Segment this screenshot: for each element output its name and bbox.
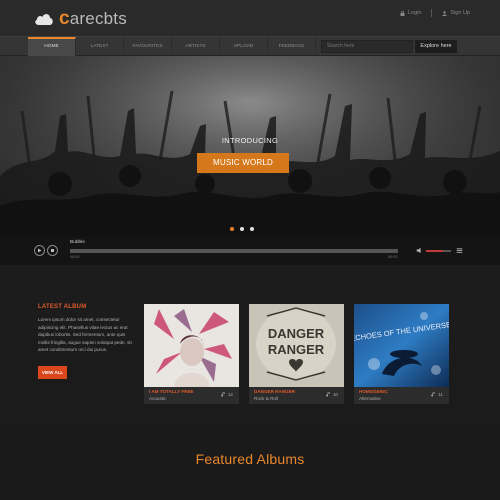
login-label: Login xyxy=(407,10,422,16)
content-area: LATEST ALBUM Lorem ipsum dolor sit amet,… xyxy=(0,265,500,500)
music-note-icon xyxy=(431,392,436,397)
logo[interactable]: carecbts xyxy=(34,8,127,30)
login-link[interactable]: Login xyxy=(400,10,421,16)
album-track-count: 12 xyxy=(221,392,233,397)
search-placeholder: Search here xyxy=(327,43,355,49)
signup-label: Sign Up xyxy=(450,10,470,16)
concert-crowd-image xyxy=(0,56,500,237)
album-cover xyxy=(144,304,239,387)
view-all-button[interactable]: VIEW ALL xyxy=(38,366,67,379)
elapsed-time: 00:00 xyxy=(70,255,80,259)
user-icon xyxy=(442,10,448,16)
header: carecbts Login Sign Up xyxy=(0,0,500,36)
album-genre: Alternative xyxy=(359,396,381,401)
logo-text: arecbts xyxy=(69,9,127,28)
nav-item-home[interactable]: HOME xyxy=(28,37,76,56)
search-input[interactable]: Search here xyxy=(321,40,413,53)
track-name: Bubble xyxy=(70,240,85,245)
slider-dot[interactable] xyxy=(230,227,234,231)
latest-album-title: LATEST ALBUM xyxy=(38,304,87,310)
album-cover: ECHOES OF THE UNIVERSE xyxy=(354,304,449,387)
cloud-icon xyxy=(34,12,54,26)
slider-dot[interactable] xyxy=(250,227,254,231)
signup-link[interactable]: Sign Up xyxy=(442,10,470,16)
album-cover: DANGER RANGER xyxy=(249,304,344,387)
play-icon xyxy=(38,248,42,253)
volume-track[interactable] xyxy=(443,250,451,252)
hero-intro: INTRODUCING xyxy=(221,136,279,145)
album-cover-text-2: RANGER xyxy=(268,342,325,357)
nav-item-favourites[interactable]: FAVOURITES xyxy=(124,37,172,56)
slider-dot[interactable] xyxy=(240,227,244,231)
album-title: I AM TOTALLY FREE xyxy=(149,389,194,394)
nav-item-artists[interactable]: ARTISTS xyxy=(172,37,220,56)
stop-icon xyxy=(51,249,54,252)
hero-headline-button[interactable]: MUSIC WORLD xyxy=(197,153,289,173)
album-title: HOMOGENIC xyxy=(359,389,388,394)
explore-button[interactable]: Explore here xyxy=(415,40,457,53)
auth-divider xyxy=(431,9,433,17)
album-cover-text-1: DANGER xyxy=(268,326,325,341)
album-title: DANGER RANGER xyxy=(254,389,296,394)
main-nav: HOME LATEST FAVOURITES ARTISTS UPLOAD FEEDBAC… xyxy=(0,36,500,56)
album-card[interactable]: DANGER RANGER DANGER RANGER Rock & Roll … xyxy=(249,304,344,404)
play-button[interactable] xyxy=(34,245,45,256)
album-count-value: 12 xyxy=(227,392,233,397)
logo-initial: c xyxy=(59,8,70,29)
nav-item-upload[interactable]: UPLOAD xyxy=(220,37,268,56)
album-card[interactable]: ECHOES OF THE UNIVERSE HOMOGENIC Alterna… xyxy=(354,304,449,404)
album-track-count: 10 xyxy=(326,392,338,397)
stop-button[interactable] xyxy=(47,245,58,256)
music-note-icon xyxy=(326,392,330,397)
duration-time: 00:00 xyxy=(388,255,398,259)
auth-links: Login Sign Up xyxy=(400,9,470,17)
latest-album-description: Lorem ipsum dolor sit amet, consectetur … xyxy=(38,317,132,353)
music-note-icon xyxy=(221,392,225,397)
nav-item-feedback[interactable]: FEEDBACK xyxy=(268,37,316,56)
album-genre: Acoustic xyxy=(149,396,167,401)
hero-slider: INTRODUCING MUSIC WORLD xyxy=(0,56,500,237)
featured-albums-heading: Featured Albums xyxy=(195,451,305,467)
volume-level[interactable] xyxy=(426,250,443,252)
lock-icon xyxy=(400,10,405,16)
album-count-value: 10 xyxy=(332,392,338,397)
nav-items: HOME LATEST FAVOURITES ARTISTS UPLOAD FEEDBAC… xyxy=(28,37,316,56)
slider-dots xyxy=(230,227,254,231)
playlist-icon[interactable] xyxy=(456,247,463,254)
album-card[interactable]: I AM TOTALLY FREE Acoustic 12 xyxy=(144,304,239,404)
progress-bar[interactable] xyxy=(70,249,398,253)
album-genre: Rock & Roll xyxy=(254,396,278,401)
album-track-count: 11 xyxy=(431,392,443,397)
audio-player: Bubble 00:00 00:00 xyxy=(0,237,500,265)
volume-icon[interactable] xyxy=(416,247,423,254)
nav-item-latest[interactable]: LATEST xyxy=(76,37,124,56)
album-count-value: 11 xyxy=(438,392,443,397)
